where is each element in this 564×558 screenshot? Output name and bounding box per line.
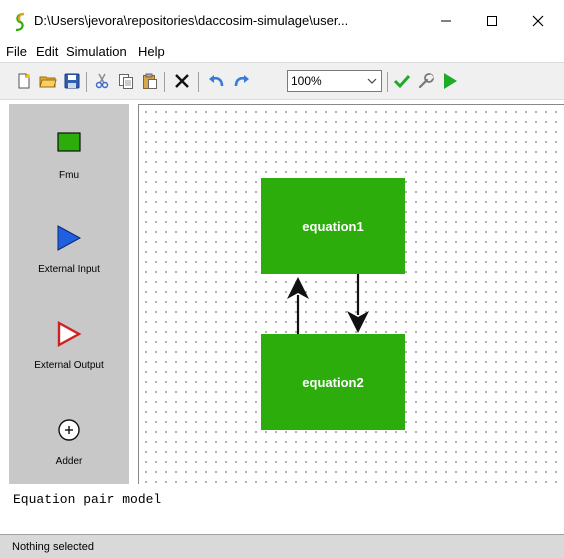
save-icon	[64, 73, 80, 89]
paste-button[interactable]	[140, 71, 160, 91]
palette-item-external-output[interactable]	[9, 320, 129, 348]
node-label: equation1	[302, 218, 364, 234]
run-icon	[444, 73, 457, 89]
delete-button[interactable]	[172, 71, 192, 91]
settings-button[interactable]	[416, 71, 436, 91]
menu-file[interactable]: File	[6, 44, 27, 59]
menu-help[interactable]: Help	[138, 44, 165, 59]
new-file-icon	[18, 73, 30, 89]
external-output-icon	[57, 320, 82, 348]
palette-label-fmu: Fmu	[59, 170, 79, 181]
redo-button[interactable]	[232, 71, 252, 91]
zoom-value: 100%	[291, 74, 322, 88]
close-icon	[532, 15, 544, 27]
connection-up-arrow[interactable]	[287, 277, 309, 334]
adder-icon	[58, 419, 80, 441]
copy-icon	[119, 74, 133, 89]
maximize-button[interactable]	[472, 6, 512, 36]
connection-down-arrow[interactable]	[347, 274, 369, 333]
palette-label-external-input: External Input	[38, 264, 100, 275]
fmu-icon	[57, 132, 81, 152]
delete-icon	[175, 74, 189, 88]
palette-item-adder[interactable]	[9, 418, 129, 442]
chevron-down-icon	[367, 78, 377, 84]
run-button[interactable]	[440, 71, 460, 91]
window-title: D:\Users\jevora\repositories\daccosim-si…	[34, 13, 349, 28]
undo-icon	[209, 75, 224, 87]
title-bar: D:\Users\jevora\repositories\daccosim-si…	[0, 0, 564, 40]
paste-icon	[143, 73, 157, 89]
node-label: equation2	[302, 374, 364, 390]
menu-edit[interactable]: Edit	[36, 44, 58, 59]
close-button[interactable]	[518, 6, 558, 36]
undo-button[interactable]	[206, 71, 226, 91]
copy-button[interactable]	[116, 71, 136, 91]
external-input-icon	[57, 225, 82, 251]
app-logo-icon	[15, 12, 25, 32]
save-button[interactable]	[62, 71, 82, 91]
settings-wrench-icon	[418, 73, 434, 89]
toolbar-separator	[387, 72, 388, 92]
status-bar: Nothing selected	[0, 534, 564, 558]
node-equation2[interactable]: equation2	[261, 334, 405, 430]
menu-bar: File Edit Simulation Help	[0, 40, 564, 62]
minimize-icon	[441, 20, 451, 22]
model-description: Equation pair model	[13, 492, 162, 507]
palette-label-external-output: External Output	[34, 360, 104, 371]
toolbar: 100%	[0, 62, 564, 100]
diagram-canvas[interactable]: equation1 equation2	[138, 104, 564, 484]
maximize-icon	[487, 16, 497, 26]
zoom-select[interactable]: 100%	[287, 70, 382, 92]
toolbar-separator	[164, 72, 165, 92]
palette-item-external-input[interactable]	[9, 224, 129, 252]
menu-simulation[interactable]: Simulation	[66, 44, 127, 59]
new-file-button[interactable]	[14, 71, 34, 91]
palette-item-fmu[interactable]	[9, 132, 129, 152]
palette-label-adder: Adder	[55, 456, 83, 467]
open-button[interactable]	[38, 71, 58, 91]
toolbar-separator	[86, 72, 87, 92]
check-icon	[393, 74, 411, 89]
cut-button[interactable]	[92, 71, 112, 91]
open-folder-icon	[39, 76, 57, 88]
node-equation1[interactable]: equation1	[261, 178, 405, 274]
status-text: Nothing selected	[12, 541, 94, 553]
component-palette: Fmu External Input External Output Adder	[9, 104, 129, 484]
toolbar-separator	[198, 72, 199, 92]
minimize-button[interactable]	[426, 6, 466, 36]
redo-icon	[234, 75, 249, 87]
cut-icon	[95, 73, 109, 89]
check-button[interactable]	[392, 71, 412, 91]
